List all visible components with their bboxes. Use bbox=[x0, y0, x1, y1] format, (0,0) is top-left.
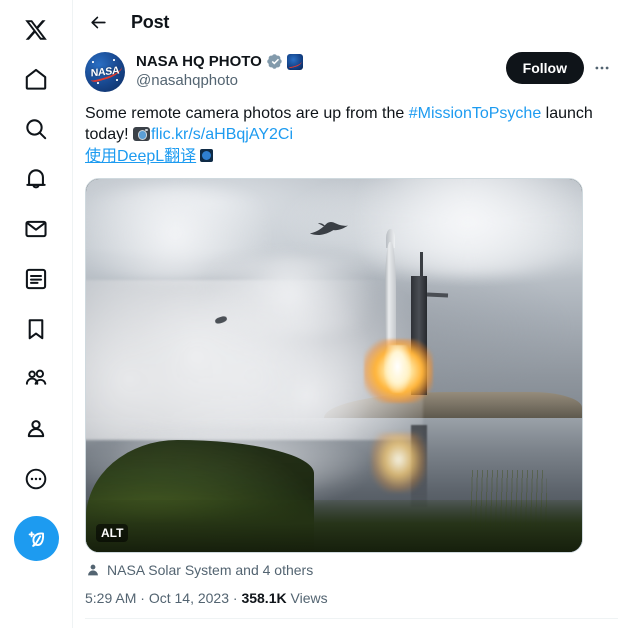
person-icon bbox=[85, 562, 101, 578]
main-column: Post NASA NASA HQ PHOTO @nasahqphoto Fol… bbox=[73, 0, 630, 628]
author-names: NASA HQ PHOTO @nasahqphoto bbox=[136, 52, 498, 91]
sidebar-item-profile[interactable] bbox=[11, 404, 61, 454]
views-count: 358.1K bbox=[241, 590, 287, 606]
external-url-link[interactable]: flic.kr/s/aHBqjAY2Ci bbox=[151, 126, 293, 143]
post-date: Oct 14, 2023 bbox=[148, 590, 229, 606]
sidebar-item-lists[interactable] bbox=[11, 254, 61, 304]
alt-badge[interactable]: ALT bbox=[96, 524, 129, 542]
hashtag-link[interactable]: #MissionToPsyche bbox=[409, 105, 542, 122]
sidebar-item-bookmarks[interactable] bbox=[11, 304, 61, 354]
post-metadata: 5:29 AM · Oct 14, 2023 · 358.1K Views bbox=[85, 590, 618, 618]
avatar[interactable]: NASA bbox=[85, 52, 125, 92]
deepl-badge-icon bbox=[200, 149, 214, 162]
meta-separator-1: · bbox=[136, 590, 149, 606]
bird-icon bbox=[307, 220, 352, 239]
post-more-options-icon[interactable] bbox=[586, 52, 618, 84]
author-name-row: NASA HQ PHOTO bbox=[136, 52, 498, 71]
x-logo-icon[interactable] bbox=[11, 6, 61, 54]
top-bar: Post bbox=[73, 0, 630, 45]
app-root: Post NASA NASA HQ PHOTO @nasahqphoto Fol… bbox=[0, 0, 630, 628]
compose-post-button[interactable] bbox=[13, 516, 59, 561]
post-text: Some remote camera photos are up from th… bbox=[85, 103, 618, 145]
sidebar-item-explore[interactable] bbox=[11, 104, 61, 154]
sidebar-item-communities[interactable] bbox=[11, 354, 61, 404]
post-container: NASA NASA HQ PHOTO @nasahqphoto Follow S… bbox=[73, 45, 630, 619]
social-proof-text: NASA Solar System and 4 others bbox=[107, 562, 314, 578]
follow-button[interactable]: Follow bbox=[505, 52, 584, 84]
left-sidebar bbox=[0, 0, 73, 628]
translate-link[interactable]: 使用DeepL翻译 bbox=[85, 148, 196, 165]
sidebar-item-messages[interactable] bbox=[11, 204, 61, 254]
footer-divider bbox=[85, 618, 618, 619]
verified-badge-icon bbox=[266, 53, 283, 70]
social-proof-row[interactable]: NASA Solar System and 4 others bbox=[85, 562, 618, 578]
author-display-name[interactable]: NASA HQ PHOTO bbox=[136, 52, 262, 71]
translate-row: 使用DeepL翻译 bbox=[85, 146, 618, 168]
media-image bbox=[86, 179, 582, 552]
meta-separator-2: · bbox=[229, 590, 242, 606]
author-handle[interactable]: @nasahqphoto bbox=[136, 71, 498, 91]
back-button[interactable] bbox=[83, 8, 113, 38]
post-time: 5:29 AM bbox=[85, 590, 137, 606]
sidebar-item-notifications[interactable] bbox=[11, 154, 61, 204]
sidebar-item-home[interactable] bbox=[11, 54, 61, 104]
header-actions: Follow bbox=[505, 52, 618, 84]
post-text-part1: Some remote camera photos are up from th… bbox=[85, 105, 409, 122]
page-title: Post bbox=[131, 12, 170, 32]
avatar-label: NASA bbox=[90, 64, 120, 80]
camera-emoji-icon bbox=[133, 127, 151, 141]
post-media[interactable]: ALT bbox=[85, 178, 583, 553]
views-label: Views bbox=[286, 590, 328, 606]
post-header: NASA NASA HQ PHOTO @nasahqphoto Follow bbox=[85, 45, 618, 92]
sidebar-item-more[interactable] bbox=[11, 454, 61, 504]
affiliate-badge-icon[interactable] bbox=[286, 53, 303, 70]
